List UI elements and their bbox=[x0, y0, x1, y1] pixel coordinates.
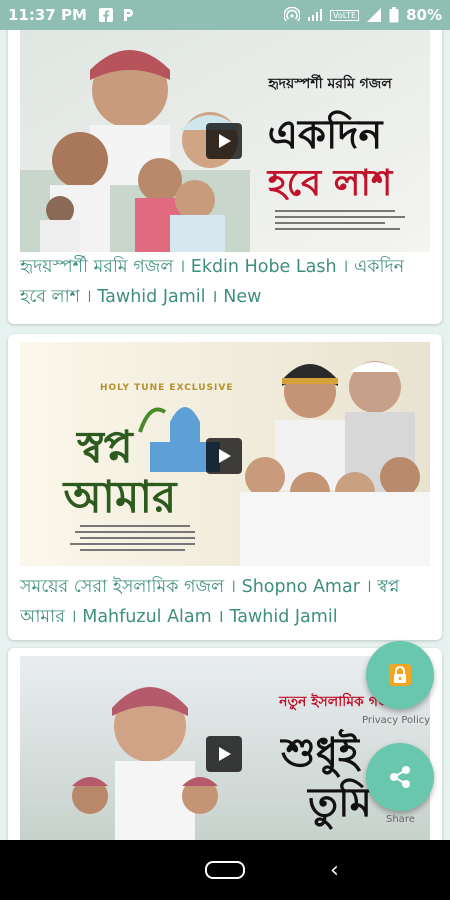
thumb-big-title: শুধুই bbox=[279, 729, 362, 778]
thumb-big-title: আমার bbox=[62, 472, 179, 523]
privacy-policy-button[interactable] bbox=[366, 641, 434, 709]
play-button[interactable] bbox=[206, 736, 242, 772]
battery-percent: 80% bbox=[406, 6, 442, 24]
p-app-icon bbox=[123, 9, 133, 21]
play-icon bbox=[219, 747, 231, 761]
thumb-big-title: স্বপ্ন bbox=[75, 422, 134, 473]
play-button[interactable] bbox=[206, 123, 242, 159]
status-bar: 11:37 PM VoLTE 80% bbox=[0, 0, 450, 30]
home-button[interactable] bbox=[205, 861, 245, 879]
thumb-heading: হৃদয়স্পর্শী মরমি গজল bbox=[267, 74, 392, 92]
facebook-icon bbox=[98, 8, 113, 22]
thumb-heading: HOLY TUNE EXCLUSIVE bbox=[100, 383, 233, 393]
thumb-big-title: একদিন bbox=[268, 110, 385, 158]
video-card[interactable]: হৃদয়স্পর্শী মরমি গজল একদিন হবে লাশ হৃদয… bbox=[8, 30, 442, 324]
video-thumbnail[interactable]: HOLY TUNE EXCLUSIVE স্বপ্ন আমার bbox=[20, 342, 430, 566]
privacy-policy-label: Privacy Policy bbox=[362, 715, 431, 726]
video-card[interactable]: HOLY TUNE EXCLUSIVE স্বপ্ন আমার সময়ের স… bbox=[8, 334, 442, 640]
video-title[interactable]: সময়ের সেরা ইসলামিক গজল । Shopno Amar । … bbox=[20, 572, 430, 632]
video-thumbnail[interactable]: হৃদয়স্পর্শী মরমি গজল একদিন হবে লাশ bbox=[20, 30, 430, 252]
play-icon bbox=[219, 134, 231, 148]
share-button[interactable] bbox=[366, 743, 434, 811]
hotspot-icon bbox=[284, 7, 301, 22]
back-icon[interactable]: ‹ bbox=[330, 858, 339, 883]
share-label: Share bbox=[386, 814, 415, 825]
play-button[interactable] bbox=[206, 438, 242, 474]
thumb-big-title: হবে লাশ bbox=[266, 162, 394, 204]
status-time: 11:37 PM bbox=[8, 6, 87, 24]
share-icon bbox=[390, 766, 410, 788]
signal-icon bbox=[308, 9, 323, 21]
lock-icon bbox=[389, 664, 411, 686]
system-nav-bar: ‹ bbox=[0, 840, 450, 900]
thumb-big-title: তুমি bbox=[306, 778, 373, 830]
video-title[interactable]: হৃদয়স্পর্শী মরমি গজল । Ekdin Hobe Lash … bbox=[20, 252, 430, 312]
volte-badge: VoLTE bbox=[330, 9, 360, 21]
signal-icon bbox=[367, 8, 382, 22]
battery-icon bbox=[389, 7, 399, 23]
play-icon bbox=[219, 449, 231, 463]
